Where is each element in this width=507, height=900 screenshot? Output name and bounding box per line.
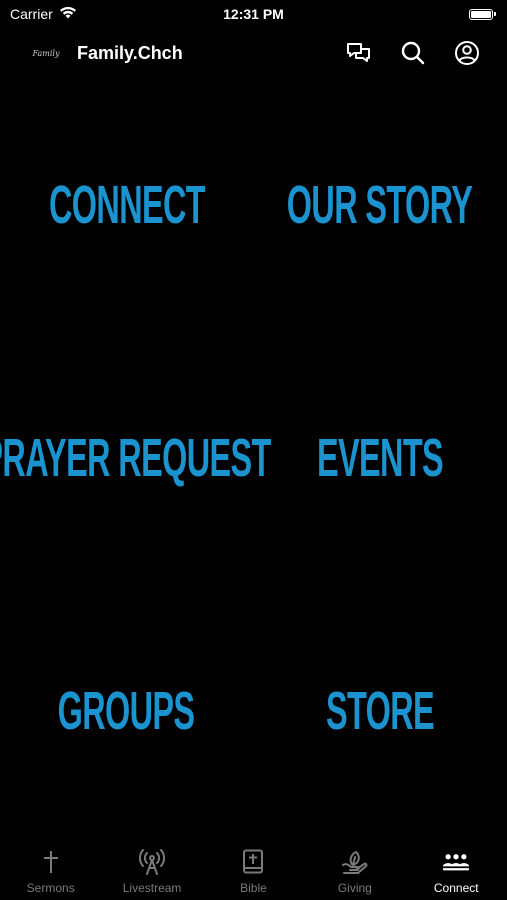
tile-prayer-request-label: PRAYER REQUEST [0, 428, 272, 488]
tile-groups-label: GROUPS [58, 681, 195, 741]
battery-icon [469, 8, 496, 20]
tab-bible[interactable]: Bible [203, 848, 304, 895]
tile-store-label: STORE [325, 681, 435, 741]
battery-level [471, 10, 491, 18]
profile-icon[interactable] [453, 39, 481, 67]
tab-sermons-label: Sermons [26, 881, 75, 895]
tab-bible-label: Bible [240, 881, 267, 895]
broadcast-icon [138, 848, 166, 876]
bible-icon [239, 848, 267, 876]
tab-bar: Sermons Livestream Bible Giving Connect [0, 840, 507, 900]
wifi-icon [59, 6, 77, 22]
status-bar: Carrier 12:31 PM [0, 0, 507, 28]
tab-livestream-label: Livestream [122, 881, 182, 895]
people-icon [442, 848, 470, 876]
leaf-hand-icon [341, 848, 369, 876]
tab-connect-label: Connect [433, 881, 479, 895]
tile-connect[interactable]: CONNECT [0, 130, 253, 280]
tile-events-label: EVENTS [316, 428, 444, 488]
tile-connect-label: CONNECT [48, 175, 206, 235]
logo-text: Family [32, 48, 60, 58]
tile-prayer-request[interactable]: PRAYER REQUEST [0, 383, 272, 533]
header-actions [345, 39, 481, 67]
status-left: Carrier [10, 6, 77, 22]
carrier-label: Carrier [10, 6, 53, 22]
app-title: Family.Chch [77, 42, 183, 63]
tab-giving[interactable]: Giving [304, 848, 405, 895]
tile-our-story-label: OUR STORY [287, 175, 473, 235]
chat-icon[interactable] [345, 39, 373, 67]
tab-sermons[interactable]: Sermons [0, 848, 101, 895]
cross-icon [37, 848, 65, 876]
status-time: 12:31 PM [223, 6, 284, 22]
app-header: Family Family.Chch [0, 30, 507, 76]
tile-our-story[interactable]: OUR STORY [253, 130, 507, 280]
connect-grid: CONNECT OUR STORY PRAYER REQUEST EVENTS … [0, 76, 507, 840]
tile-events[interactable]: EVENTS [253, 383, 507, 533]
church-logo[interactable]: Family [30, 41, 62, 65]
tab-giving-label: Giving [337, 881, 372, 895]
tile-groups[interactable]: GROUPS [0, 636, 253, 786]
tab-livestream[interactable]: Livestream [102, 848, 203, 895]
tab-connect[interactable]: Connect [406, 848, 507, 895]
search-icon[interactable] [399, 39, 427, 67]
tile-store[interactable]: STORE [253, 636, 507, 786]
